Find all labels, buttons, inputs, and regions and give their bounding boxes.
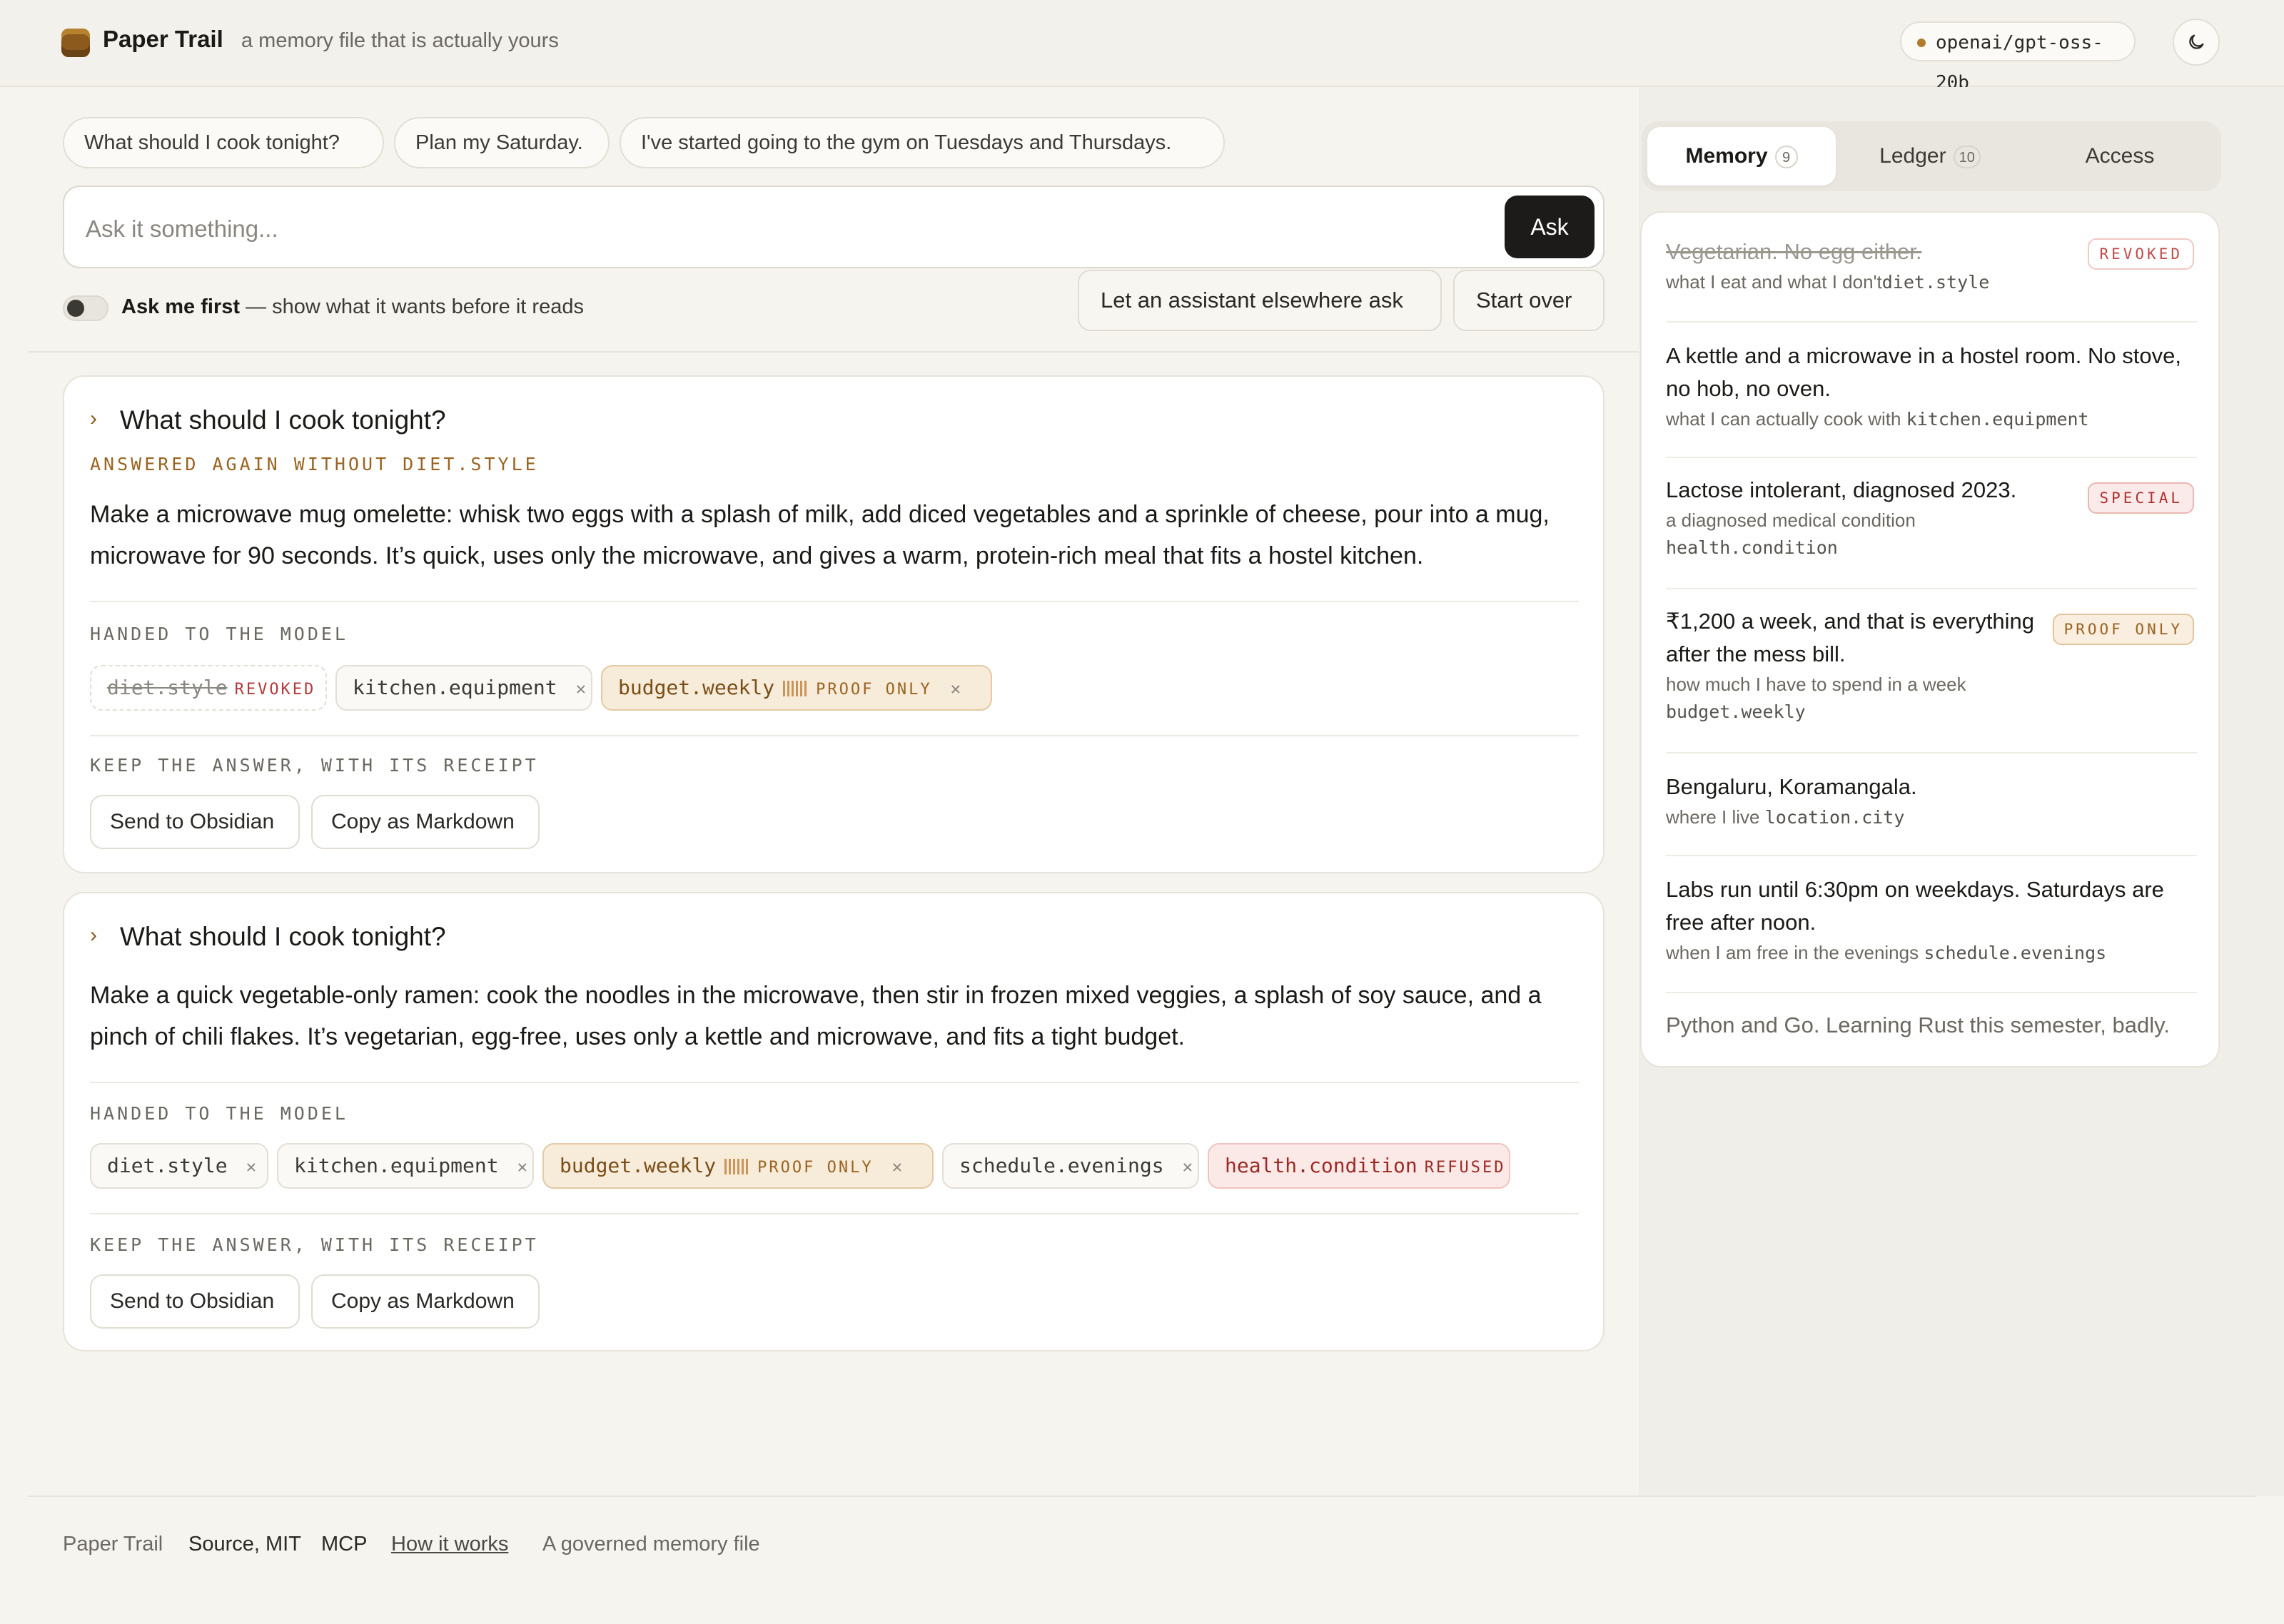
- suggestion-saturday[interactable]: Plan my Saturday.: [394, 117, 610, 168]
- chip-kitchen-equipment[interactable]: kitchen.equipment ✕: [335, 665, 592, 711]
- remove-icon[interactable]: ✕: [517, 1157, 527, 1177]
- remove-icon[interactable]: ✕: [892, 1157, 902, 1177]
- card-question[interactable]: What should I cook tonight?: [120, 922, 446, 952]
- send-obsidian-button[interactable]: Send to Obsidian: [90, 795, 300, 849]
- ask-button[interactable]: Ask: [1505, 196, 1595, 258]
- divider: [90, 1213, 1579, 1214]
- answer-card-2: › What should I cook tonight? Make a qui…: [63, 892, 1605, 1351]
- chip-diet-style[interactable]: diet.style REVOKED: [90, 665, 327, 711]
- memory-item-kitchen[interactable]: A kettle and a microwave in a hostel roo…: [1666, 340, 2197, 433]
- chip-health-condition[interactable]: health.condition REFUSED: [1208, 1143, 1510, 1189]
- footer-how-link[interactable]: How it works: [391, 1533, 508, 1556]
- theme-toggle-button[interactable]: [2173, 19, 2220, 66]
- chip-budget-weekly[interactable]: budget.weekly PROOF ONLY ✕: [542, 1143, 934, 1189]
- chip-budget-weekly[interactable]: budget.weekly PROOF ONLY ✕: [601, 665, 992, 711]
- divider: [1666, 588, 2197, 589]
- memory-list: Vegetarian. No egg either. what I eat an…: [1640, 211, 2220, 1067]
- app-logo-icon: [61, 29, 90, 57]
- app-tagline: a memory file that is actually yours: [241, 29, 559, 52]
- divider: [1666, 457, 2197, 458]
- divider: [90, 735, 1579, 736]
- keep-section-label: KEEP THE ANSWER, WITH ITS RECEIPT: [90, 1234, 539, 1255]
- answer-card-1: › What should I cook tonight? ANSWERED A…: [63, 375, 1605, 873]
- memory-item-budget[interactable]: ₹1,200 a week, and that is everything af…: [1666, 605, 2051, 726]
- ask-first-toggle[interactable]: [63, 295, 108, 321]
- scroll-fade: [1642, 1040, 2218, 1066]
- keep-section-label: KEEP THE ANSWER, WITH ITS RECEIPT: [90, 755, 539, 776]
- card-answer: Make a quick vegetable-only ramen: cook …: [90, 982, 1542, 1050]
- chip-diet-style[interactable]: diet.style ✕: [90, 1143, 268, 1189]
- divider: [29, 351, 1639, 352]
- chip-schedule-evenings[interactable]: schedule.evenings ✕: [942, 1143, 1199, 1189]
- divider: [90, 1082, 1579, 1083]
- ask-first-label: Ask me first — show what it wants before…: [121, 295, 584, 318]
- panel-tabs: Memory 9 Ledger 10 Access: [1642, 121, 2221, 191]
- chevron-right-icon[interactable]: ›: [90, 923, 97, 948]
- divider: [1666, 992, 2197, 993]
- footer-source-link[interactable]: Source, MIT: [188, 1533, 301, 1556]
- memory-item-health[interactable]: Lactose intolerant, diagnosed 2023. a di…: [1666, 474, 2066, 562]
- copy-markdown-button[interactable]: Copy as Markdown: [311, 1274, 540, 1329]
- revoked-badge: REVOKED: [2088, 238, 2194, 270]
- chip-kitchen-equipment[interactable]: kitchen.equipment ✕: [277, 1143, 534, 1189]
- start-over-button[interactable]: Start over: [1453, 270, 1605, 331]
- tab-ledger[interactable]: Ledger 10: [1836, 127, 2024, 186]
- divider: [1666, 752, 2197, 753]
- app-header: Paper Trail a memory file that is actual…: [0, 0, 2284, 93]
- ask-box: [63, 186, 1605, 268]
- send-obsidian-button[interactable]: Send to Obsidian: [90, 1274, 300, 1329]
- divider: [90, 601, 1579, 602]
- divider: [1666, 855, 2197, 856]
- chevron-right-icon[interactable]: ›: [90, 407, 97, 431]
- handed-section-label: HANDED TO THE MODEL: [90, 1103, 348, 1124]
- footer-divider: [29, 1496, 2255, 1497]
- remove-icon[interactable]: ✕: [576, 679, 586, 699]
- model-selector[interactable]: openai/gpt-oss-20b: [1900, 21, 2136, 93]
- status-dot-icon: [1917, 39, 1926, 47]
- toggle-knob: [67, 300, 84, 317]
- remove-icon[interactable]: ✕: [951, 679, 961, 699]
- proof-only-badge: PROOF ONLY: [2052, 614, 2194, 645]
- footer-mcp-link[interactable]: MCP: [321, 1533, 367, 1556]
- tab-access[interactable]: Access: [2024, 127, 2215, 186]
- memory-item-schedule[interactable]: Labs run until 6:30pm on weekdays. Satur…: [1666, 873, 2197, 967]
- copy-markdown-button[interactable]: Copy as Markdown: [311, 795, 540, 849]
- proof-bars-icon: [783, 681, 809, 696]
- remove-icon[interactable]: ✕: [1183, 1157, 1193, 1177]
- special-badge: SPECIAL: [2088, 482, 2194, 514]
- footer-tail: A governed memory file: [542, 1533, 760, 1556]
- external-assistant-button[interactable]: Let an assistant elsewhere ask: [1078, 270, 1442, 331]
- divider: [1666, 321, 2197, 323]
- suggestion-gym[interactable]: I've started going to the gym on Tuesday…: [620, 117, 1225, 168]
- handed-section-label: HANDED TO THE MODEL: [90, 624, 348, 644]
- tab-memory[interactable]: Memory 9: [1647, 127, 1836, 186]
- ask-input[interactable]: [84, 207, 1486, 251]
- model-name: openai/gpt-oss-20b: [1936, 32, 2103, 93]
- answered-again-note: ANSWERED AGAIN WITHOUT DIET.STYLE: [90, 454, 539, 474]
- card-question[interactable]: What should I cook tonight?: [120, 405, 446, 435]
- footer-brand: Paper Trail: [63, 1533, 163, 1556]
- memory-item-location[interactable]: Bengaluru, Koramangala. where I live loc…: [1666, 771, 2197, 831]
- remove-icon[interactable]: ✕: [246, 1157, 256, 1177]
- suggestion-cook[interactable]: What should I cook tonight?: [63, 117, 384, 168]
- proof-bars-icon: [724, 1159, 750, 1174]
- moon-icon: [2189, 34, 2204, 49]
- app-title: Paper Trail: [103, 26, 223, 52]
- card-answer: Make a microwave mug omelette: whisk two…: [90, 501, 1550, 569]
- memory-item-languages[interactable]: Python and Go. Learning Rust this semest…: [1666, 1009, 2197, 1042]
